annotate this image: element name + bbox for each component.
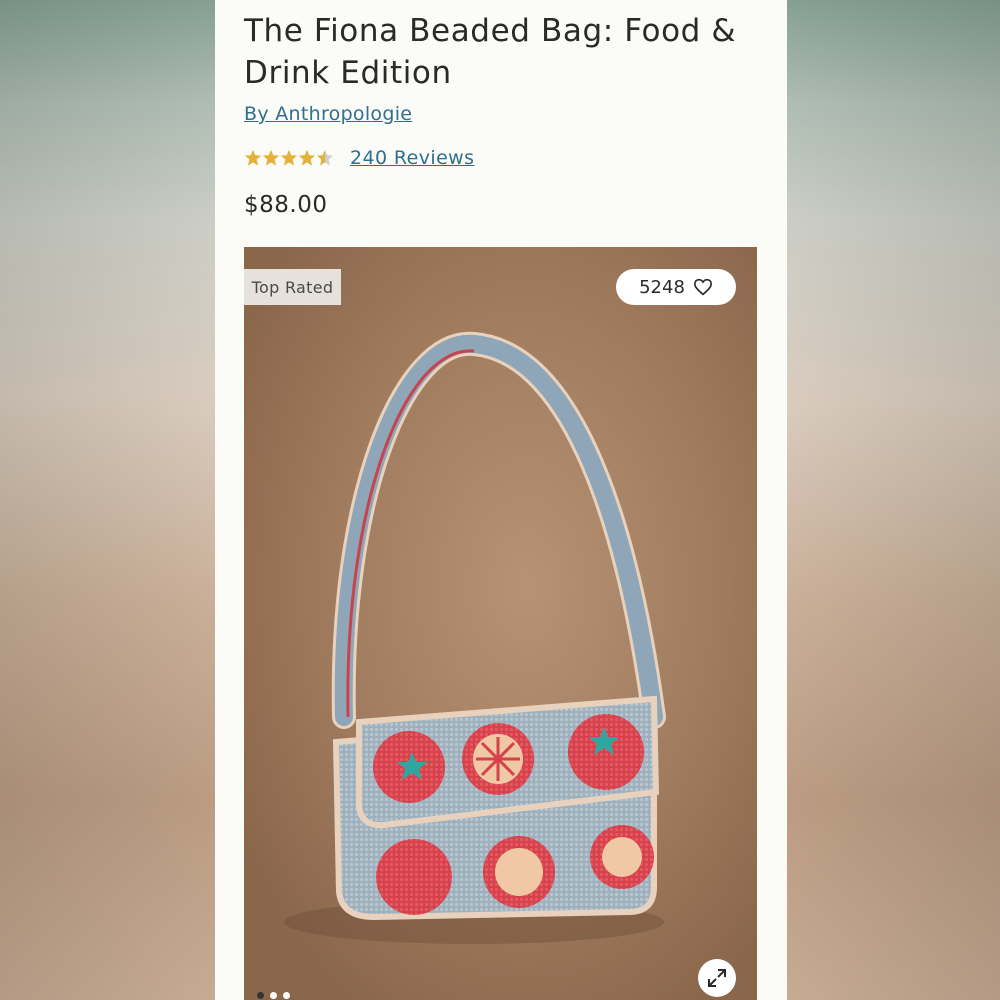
star-icon	[262, 149, 280, 166]
expand-icon	[708, 969, 726, 987]
gallery-dot[interactable]	[257, 992, 264, 999]
gallery-pagination	[257, 992, 296, 999]
product-image	[244, 247, 757, 1000]
star-icon	[280, 149, 298, 166]
like-button[interactable]: 5248	[616, 269, 736, 305]
star-icon	[244, 149, 262, 166]
product-page: The Fiona Beaded Bag: Food & Drink Editi…	[215, 0, 787, 1000]
price: $88.00	[244, 192, 328, 218]
background-right	[787, 0, 1000, 1000]
heart-icon	[693, 278, 712, 296]
reviews-link[interactable]: 240 Reviews	[350, 147, 474, 169]
rating-row: 240 Reviews	[244, 145, 474, 171]
product-title: The Fiona Beaded Bag: Food & Drink Editi…	[244, 13, 737, 91]
top-rated-badge: Top Rated	[244, 269, 341, 305]
star-icon	[298, 149, 316, 166]
like-count: 5248	[639, 276, 685, 298]
gallery-dot[interactable]	[283, 992, 290, 999]
half-star-icon	[316, 149, 334, 166]
gallery-dot[interactable]	[270, 992, 277, 999]
star-rating	[244, 149, 334, 167]
brand-link[interactable]: By Anthropologie	[244, 103, 412, 125]
product-image-gallery[interactable]: Top Rated 5248	[244, 247, 757, 1000]
background-left	[0, 0, 215, 1000]
expand-image-button[interactable]	[698, 959, 736, 997]
